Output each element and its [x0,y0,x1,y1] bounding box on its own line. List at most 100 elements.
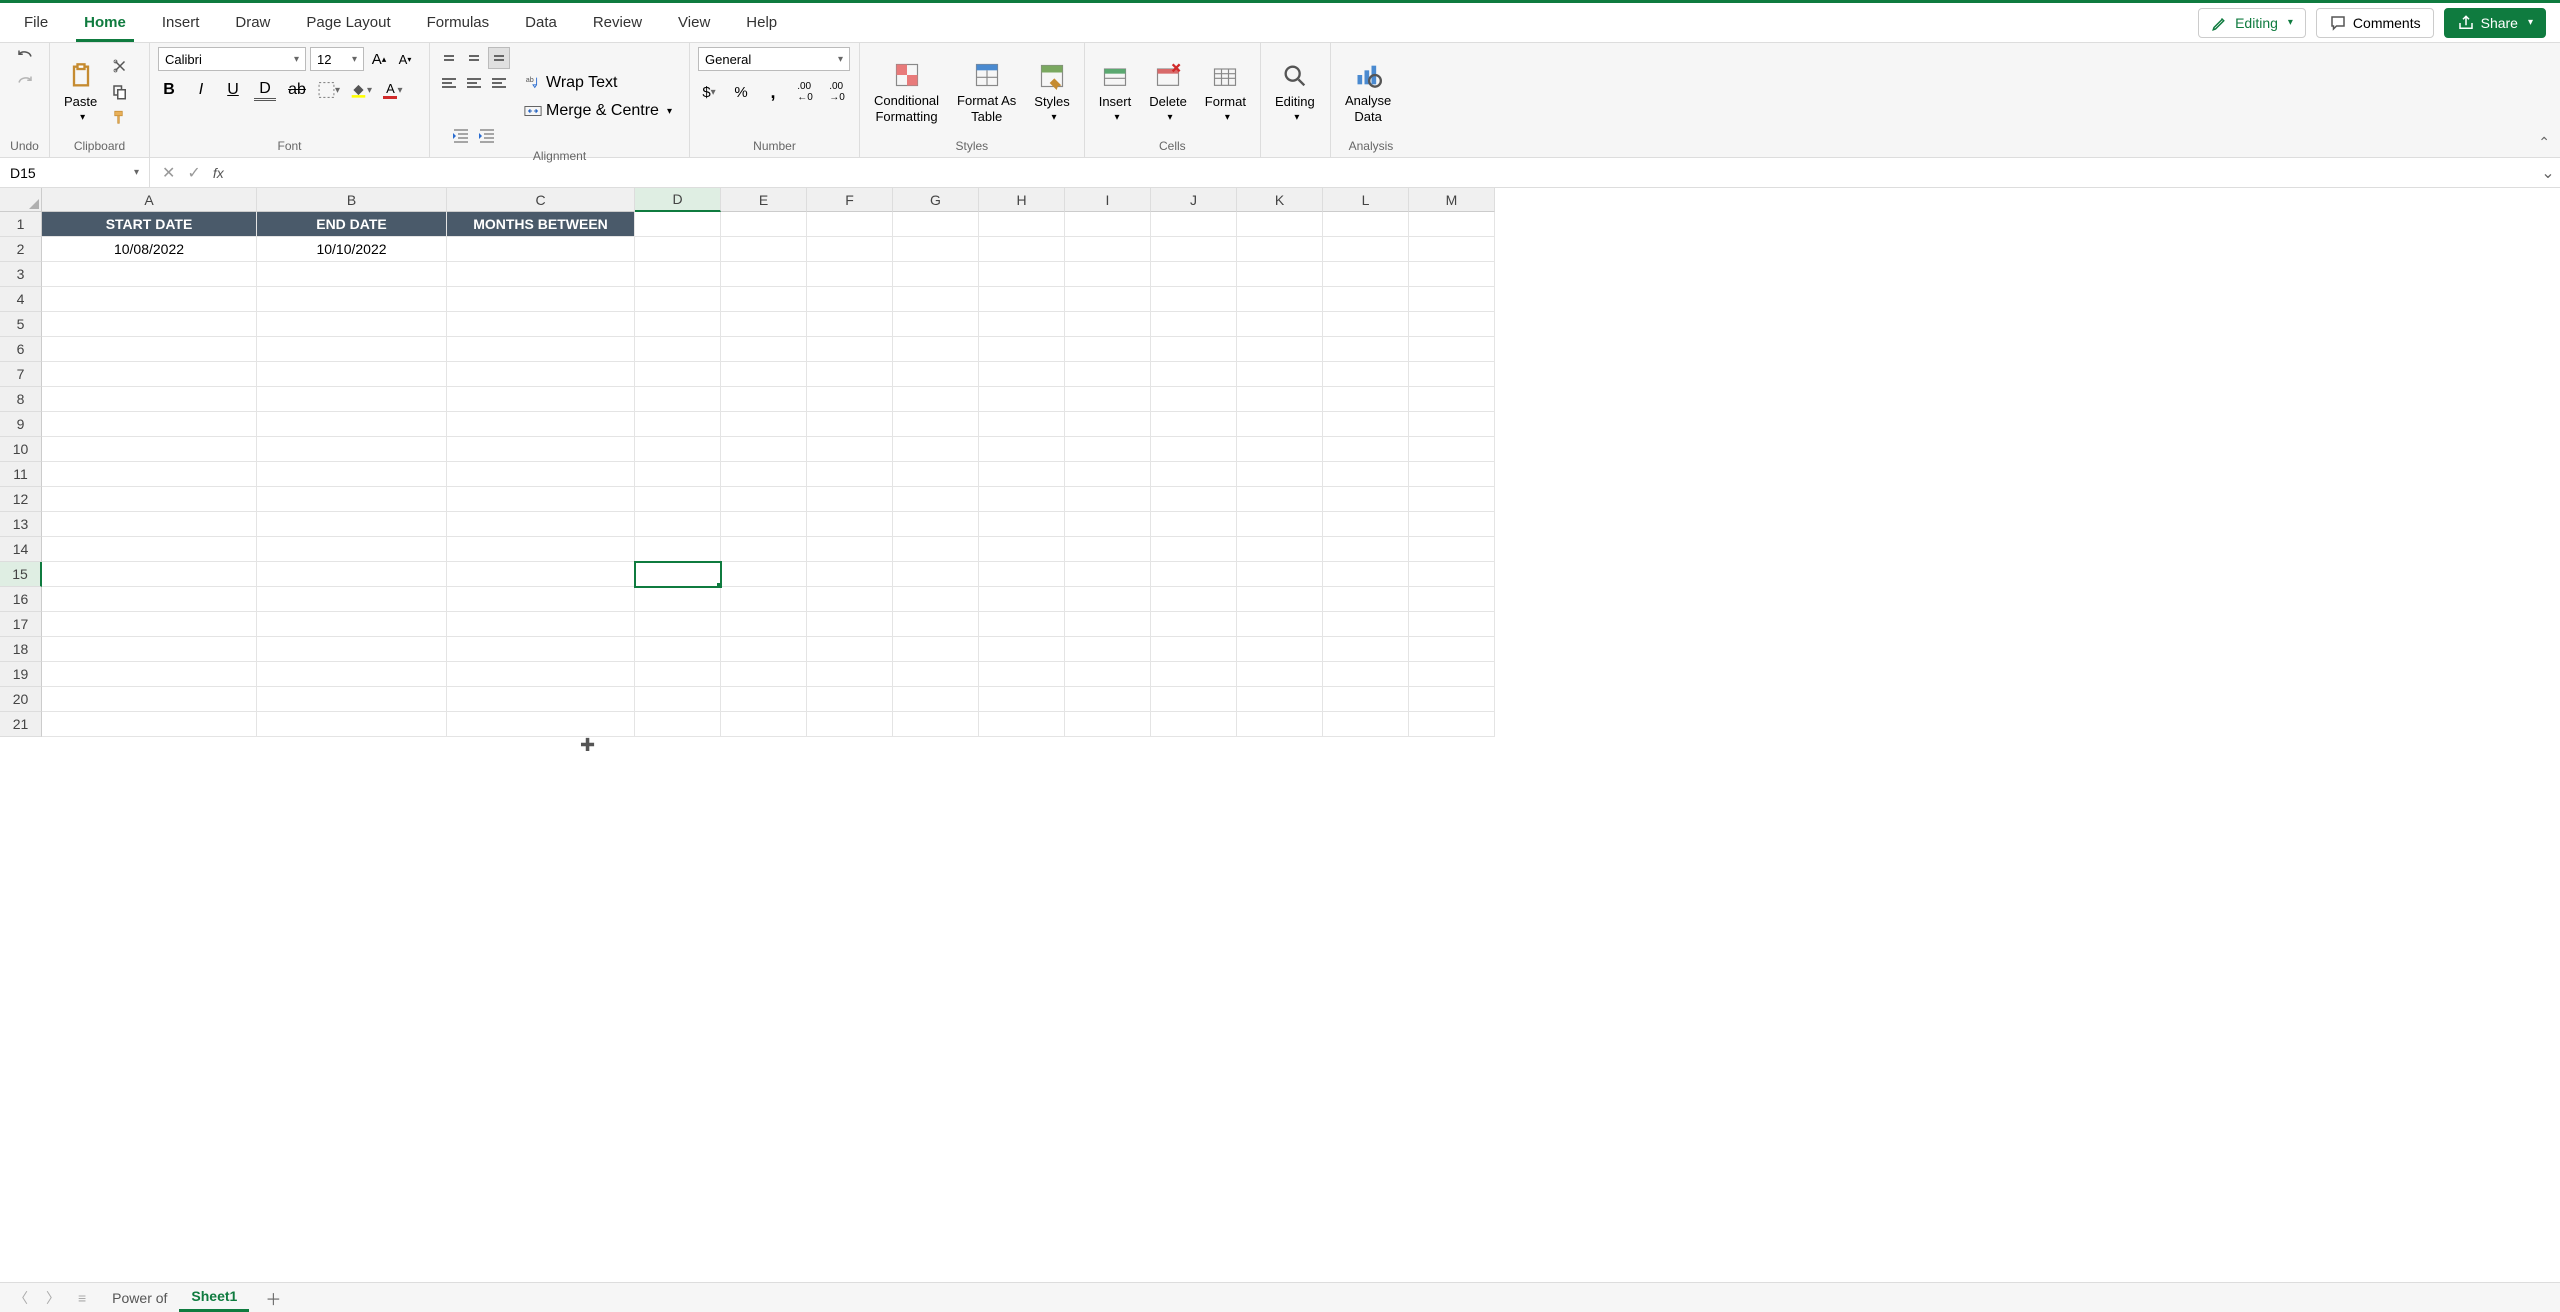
cell-J3[interactable] [1151,262,1237,287]
wrap-text-button[interactable]: ab Wrap Text [524,74,617,92]
cell-I15[interactable] [1065,562,1151,587]
format-as-table-button[interactable]: Format As Table [951,55,1022,128]
comma-format-button[interactable]: , [762,81,784,103]
cell-K13[interactable] [1237,512,1323,537]
cell-H3[interactable] [979,262,1065,287]
cell-A16[interactable] [42,587,257,612]
mode-editing-button[interactable]: Editing ▾ [2198,8,2306,38]
cell-C21[interactable] [447,712,635,737]
cell-F9[interactable] [807,412,893,437]
sheet-nav-prev[interactable]: 〈 [10,1288,32,1308]
cell-D5[interactable] [635,312,721,337]
cell-H16[interactable] [979,587,1065,612]
cell-G13[interactable] [893,512,979,537]
cell-G6[interactable] [893,337,979,362]
cell-B2[interactable]: 10/10/2022 [257,237,447,262]
cell-M6[interactable] [1409,337,1495,362]
cell-M17[interactable] [1409,612,1495,637]
row-header-13[interactable]: 13 [0,512,42,537]
cell-F16[interactable] [807,587,893,612]
cell-L19[interactable] [1323,662,1409,687]
cut-button[interactable] [109,55,131,77]
cell-C20[interactable] [447,687,635,712]
column-header-K[interactable]: K [1237,188,1323,212]
cell-D17[interactable] [635,612,721,637]
borders-button[interactable]: ▾ [318,79,340,101]
cell-K12[interactable] [1237,487,1323,512]
increase-indent-button[interactable] [476,125,498,147]
cell-F11[interactable] [807,462,893,487]
column-header-D[interactable]: D [635,188,721,212]
cell-D14[interactable] [635,537,721,562]
cell-A19[interactable] [42,662,257,687]
cell-H12[interactable] [979,487,1065,512]
cell-H6[interactable] [979,337,1065,362]
cell-K2[interactable] [1237,237,1323,262]
tab-data[interactable]: Data [507,3,575,42]
cell-M15[interactable] [1409,562,1495,587]
cell-G16[interactable] [893,587,979,612]
cell-B11[interactable] [257,462,447,487]
cell-G4[interactable] [893,287,979,312]
align-mid-left[interactable] [438,72,460,94]
cell-C14[interactable] [447,537,635,562]
cell-B19[interactable] [257,662,447,687]
cell-E19[interactable] [721,662,807,687]
cell-L6[interactable] [1323,337,1409,362]
cell-K15[interactable] [1237,562,1323,587]
cell-K16[interactable] [1237,587,1323,612]
cell-L14[interactable] [1323,537,1409,562]
cell-I3[interactable] [1065,262,1151,287]
font-size-select[interactable]: 12 ▾ [310,47,364,71]
cell-K7[interactable] [1237,362,1323,387]
font-color-button[interactable]: A ▾ [382,79,404,101]
cell-K10[interactable] [1237,437,1323,462]
decrease-indent-button[interactable] [450,125,472,147]
cell-C15[interactable] [447,562,635,587]
cell-K14[interactable] [1237,537,1323,562]
cell-B18[interactable] [257,637,447,662]
cell-H7[interactable] [979,362,1065,387]
cell-D16[interactable] [635,587,721,612]
underline-button[interactable]: U [222,79,244,101]
cell-L8[interactable] [1323,387,1409,412]
cell-B15[interactable] [257,562,447,587]
cell-H4[interactable] [979,287,1065,312]
cell-I2[interactable] [1065,237,1151,262]
row-header-16[interactable]: 16 [0,587,42,612]
cell-H19[interactable] [979,662,1065,687]
cell-A17[interactable] [42,612,257,637]
cell-H14[interactable] [979,537,1065,562]
cell-L21[interactable] [1323,712,1409,737]
row-header-21[interactable]: 21 [0,712,42,737]
cell-styles-button[interactable]: Styles ▾ [1028,56,1075,128]
number-format-select[interactable]: General ▾ [698,47,850,71]
cell-B8[interactable] [257,387,447,412]
cell-I20[interactable] [1065,687,1151,712]
tab-formulas[interactable]: Formulas [409,3,508,42]
cell-F18[interactable] [807,637,893,662]
cell-L20[interactable] [1323,687,1409,712]
format-painter-button[interactable] [109,107,131,129]
cell-F7[interactable] [807,362,893,387]
italic-button[interactable]: I [190,79,212,101]
accounting-format-button[interactable]: $▾ [698,81,720,103]
conditional-formatting-button[interactable]: Conditional Formatting [868,55,945,128]
cell-D21[interactable] [635,712,721,737]
cell-J18[interactable] [1151,637,1237,662]
cell-J1[interactable] [1151,212,1237,237]
column-header-H[interactable]: H [979,188,1065,212]
cell-G21[interactable] [893,712,979,737]
cell-C18[interactable] [447,637,635,662]
cell-E15[interactable] [721,562,807,587]
cell-M2[interactable] [1409,237,1495,262]
cell-D10[interactable] [635,437,721,462]
cell-H17[interactable] [979,612,1065,637]
cell-M1[interactable] [1409,212,1495,237]
cell-E4[interactable] [721,287,807,312]
cell-H8[interactable] [979,387,1065,412]
cell-L2[interactable] [1323,237,1409,262]
column-header-F[interactable]: F [807,188,893,212]
cell-E13[interactable] [721,512,807,537]
cell-J7[interactable] [1151,362,1237,387]
